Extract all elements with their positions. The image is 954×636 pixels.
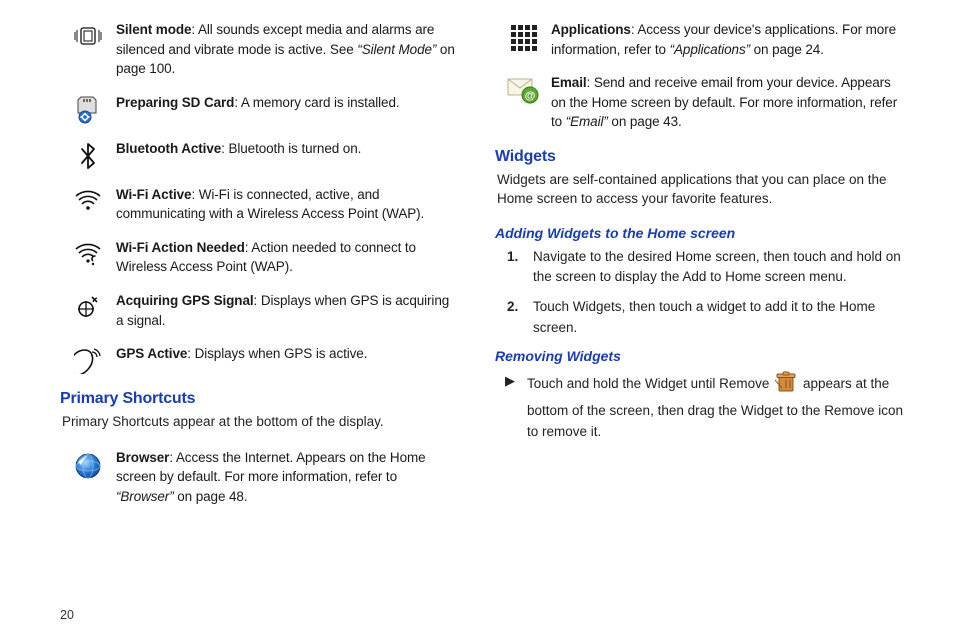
- applications-icon: [495, 20, 551, 52]
- wifi-action-icon: [60, 238, 116, 268]
- removing-widgets-heading: Removing Widgets: [495, 348, 906, 364]
- term: Wi-Fi Action Needed: [116, 240, 245, 255]
- reference: “Applications”: [670, 42, 750, 57]
- step-bold: Widgets: [573, 299, 622, 314]
- term: Wi-Fi Active: [116, 187, 191, 202]
- reference: “Silent Mode”: [357, 42, 436, 57]
- term: Acquiring GPS Signal: [116, 293, 254, 308]
- entry-browser: Browser: Access the Internet. Appears on…: [60, 448, 455, 507]
- entry-text: Bluetooth Active: Bluetooth is turned on…: [116, 139, 455, 159]
- removing-pre: Touch and hold the Widget until: [527, 376, 719, 391]
- term: Applications: [551, 22, 631, 37]
- reference-page: on page 43.: [608, 114, 682, 129]
- entry-sd-card: Preparing SD Card: A memory card is inst…: [60, 93, 455, 125]
- entry-gps-active: GPS Active: Displays when GPS is active.: [60, 344, 455, 374]
- entry-wifi-action: Wi-Fi Action Needed: Action needed to co…: [60, 238, 455, 277]
- bullet-arrow-icon: ▶: [505, 370, 527, 443]
- primary-shortcuts-intro: Primary Shortcuts appear at the bottom o…: [62, 412, 455, 432]
- removing-bold2: Remove: [824, 403, 874, 418]
- reference: “Email”: [566, 114, 608, 129]
- term: GPS Active: [116, 346, 187, 361]
- term: Bluetooth Active: [116, 141, 221, 156]
- entry-text: Wi-Fi Action Needed: Action needed to co…: [116, 238, 455, 277]
- removing-bold1: Remove: [719, 376, 769, 391]
- adding-widgets-steps: Navigate to the desired Home screen, the…: [495, 247, 906, 338]
- entry-gps-acquiring: Acquiring GPS Signal: Displays when GPS …: [60, 291, 455, 330]
- entry-text: Acquiring GPS Signal: Displays when GPS …: [116, 291, 455, 330]
- email-icon: @: [495, 73, 551, 105]
- term: Email: [551, 75, 587, 90]
- definition: : Displays when GPS is active.: [187, 346, 367, 361]
- widgets-intro: Widgets are self-contained applications …: [497, 170, 906, 209]
- browser-icon: [60, 448, 116, 482]
- bluetooth-icon: [60, 139, 116, 171]
- reference: “Browser”: [116, 489, 174, 504]
- reference-page: on page 24.: [750, 42, 824, 57]
- gps-acquiring-icon: [60, 291, 116, 321]
- term: Browser: [116, 450, 169, 465]
- removing-widgets-bullet: ▶ Touch and hold the Widget until Remove…: [495, 370, 906, 443]
- entry-text: Email: Send and receive email from your …: [551, 73, 906, 132]
- reference-page: on page 48.: [174, 489, 248, 504]
- entry-text: Wi-Fi Active: Wi-Fi is connected, active…: [116, 185, 455, 224]
- entry-wifi-active: Wi-Fi Active: Wi-Fi is connected, active…: [60, 185, 455, 224]
- term: Preparing SD Card: [116, 95, 234, 110]
- step-2: Touch Widgets, then touch a widget to ad…: [521, 297, 906, 338]
- wifi-icon: [60, 185, 116, 213]
- manual-page: Silent mode: All sounds except media and…: [0, 0, 954, 636]
- term: Silent mode: [116, 22, 191, 37]
- entry-silent-mode: Silent mode: All sounds except media and…: [60, 20, 455, 79]
- definition: : Bluetooth is turned on.: [221, 141, 361, 156]
- definition: : A memory card is installed.: [234, 95, 399, 110]
- svg-text:@: @: [525, 90, 536, 102]
- adding-widgets-heading: Adding Widgets to the Home screen: [495, 225, 906, 241]
- entry-text: Browser: Access the Internet. Appears on…: [116, 448, 455, 507]
- silent-mode-icon: [60, 20, 116, 50]
- entry-text: GPS Active: Displays when GPS is active.: [116, 344, 455, 364]
- entry-bluetooth: Bluetooth Active: Bluetooth is turned on…: [60, 139, 455, 171]
- page-number: 20: [60, 608, 74, 622]
- entry-text: Applications: Access your device's appli…: [551, 20, 906, 59]
- step-1: Navigate to the desired Home screen, the…: [521, 247, 906, 288]
- step-text-tail: menu.: [805, 269, 846, 284]
- widgets-heading: Widgets: [495, 148, 906, 166]
- primary-shortcuts-heading: Primary Shortcuts: [60, 390, 455, 408]
- entry-text: Preparing SD Card: A memory card is inst…: [116, 93, 455, 113]
- removing-widgets-text: Touch and hold the Widget until Remove a…: [527, 370, 906, 443]
- trash-icon: [775, 370, 797, 401]
- entry-email: @ Email: Send and receive email from you…: [495, 73, 906, 132]
- left-column: Silent mode: All sounds except media and…: [60, 20, 483, 626]
- step-text: Touch: [533, 299, 573, 314]
- entry-applications: Applications: Access your device's appli…: [495, 20, 906, 59]
- sd-card-icon: [60, 93, 116, 125]
- entry-text: Silent mode: All sounds except media and…: [116, 20, 455, 79]
- step-bold: Add to Home screen: [682, 269, 805, 284]
- gps-active-icon: [60, 344, 116, 374]
- right-column: Applications: Access your device's appli…: [483, 20, 906, 626]
